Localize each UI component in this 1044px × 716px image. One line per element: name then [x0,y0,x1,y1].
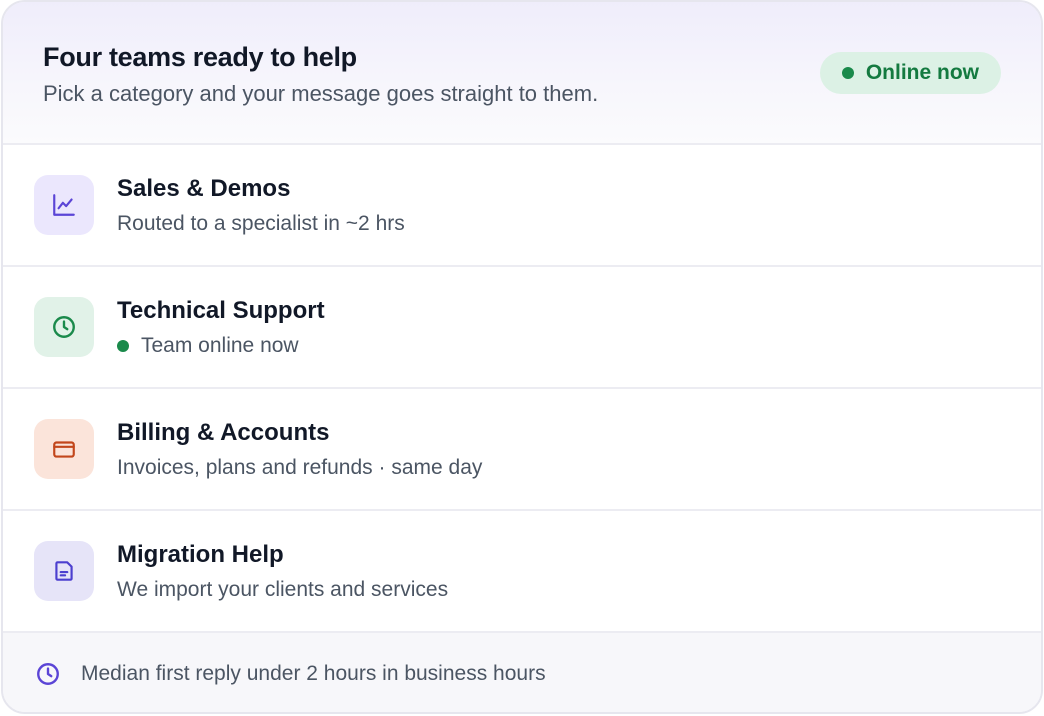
page-title: Four teams ready to help [43,42,357,72]
category-subtitle-text: Team online now [141,334,299,357]
category-title: Sales & Demos [117,175,291,202]
contact-category-card: Four teams ready to help Pick a category… [1,0,1043,714]
category-subtitle-text: Invoices, plans and refunds · same day [117,456,483,479]
footer-note: Median first reply under 2 hours in busi… [81,662,546,685]
category-subtitle-text: We import your clients and services [117,578,449,601]
category-row-technical-support[interactable]: Technical Support Team online now [3,267,1041,389]
online-status-badge: Online now [819,52,1001,94]
chart-line-icon [34,175,94,235]
online-status-label: Online now [865,61,979,84]
category-subtitle: Routed to a specialist in ~2 hrs [117,212,405,236]
online-dot [117,340,129,352]
category-title: Technical Support [117,297,325,324]
category-subtitle: Team online now [117,334,299,358]
credit-card-icon [34,419,94,479]
category-row-billing[interactable]: Billing & Accounts Invoices, plans and r… [3,389,1041,511]
category-title: Billing & Accounts [117,419,330,446]
card-header: Four teams ready to help Pick a category… [3,2,1041,145]
category-subtitle-text: Routed to a specialist in ~2 hrs [117,212,405,235]
category-row-migration[interactable]: Migration Help We import your clients an… [3,511,1041,633]
category-subtitle: Invoices, plans and refunds · same day [117,456,482,480]
status-dot [841,67,854,79]
card-footer: Median first reply under 2 hours in busi… [3,633,1041,712]
category-title: Migration Help [117,541,284,568]
page-subtitle: Pick a category and your message goes st… [43,81,599,106]
document-icon [34,541,94,601]
category-subtitle: We import your clients and services [117,578,448,602]
category-row-sales[interactable]: Sales & Demos Routed to a specialist in … [3,145,1041,267]
clock-icon [35,661,61,687]
clock-icon [34,297,94,357]
